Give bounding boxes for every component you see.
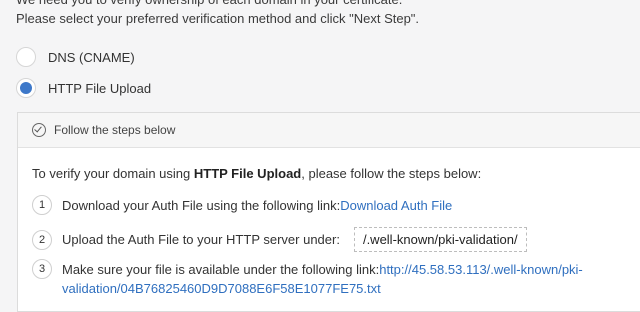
validation-url-link-part1[interactable]: http://45.58.53.113/.well-known/pki- [379, 262, 583, 277]
instruction-method: HTTP File Upload [193, 166, 302, 181]
check-circle-icon [32, 123, 46, 137]
step-number: 2 [32, 229, 52, 250]
step-text: Download your Auth File using the follow… [62, 197, 341, 213]
option-dns-cname[interactable]: DNS (CNAME) [16, 46, 135, 68]
step-3: 3 Make sure your file is available under… [32, 259, 583, 279]
panel-header: Follow the steps below [18, 113, 640, 148]
instruction-post: , please follow the steps below: [301, 166, 482, 181]
step-text: Make sure your file is available under t… [62, 261, 380, 277]
intro-line-2: Please select your preferred verificatio… [16, 11, 420, 26]
step-2: 2 Upload the Auth File to your HTTP serv… [32, 227, 527, 252]
instruction-pre: To verify your domain using [32, 166, 194, 181]
steps-panel: Follow the steps below To verify your do… [17, 112, 640, 312]
download-auth-file-link[interactable]: Download Auth File [340, 198, 452, 213]
step-text: Upload the Auth File to your HTTP server… [62, 232, 340, 247]
option-label-http: HTTP File Upload [48, 80, 152, 96]
panel-header-text: Follow the steps below [54, 123, 176, 137]
intro-line-1: We need you to verify ownership of each … [16, 0, 636, 8]
option-label-dns: DNS (CNAME) [48, 49, 135, 65]
radio-dns-cname[interactable] [16, 47, 36, 67]
upload-path-box[interactable]: /.well-known/pki-validation/ [353, 227, 527, 252]
step-number: 3 [32, 259, 52, 279]
step-number: 1 [32, 195, 52, 215]
option-http-file-upload[interactable]: HTTP File Upload [16, 77, 151, 99]
step-1: 1 Download your Auth File using the foll… [32, 195, 452, 215]
radio-http-file-upload[interactable] [16, 78, 36, 98]
instruction-text: To verify your domain using HTTP File Up… [32, 166, 481, 181]
